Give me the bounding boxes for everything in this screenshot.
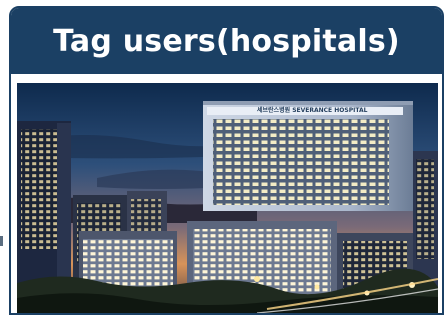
hospital-photo-image: 세브란스병원 SEVERANCE HOSPITAL	[17, 83, 438, 313]
card-title: Tag users(hospitals)	[53, 23, 400, 59]
tag-users-card: Tag users(hospitals) 세브란스병원 SEVERANCE HO…	[9, 6, 444, 315]
card-header: Tag users(hospitals)	[11, 8, 442, 74]
building-sign-text: 세브란스병원 SEVERANCE HOSPITAL	[257, 106, 368, 114]
slide: Tag users(hospitals) 세브란스병원 SEVERANCE HO…	[0, 0, 444, 315]
edge-marker	[0, 236, 3, 246]
hospital-photo: 세브란스병원 SEVERANCE HOSPITAL	[17, 83, 438, 313]
